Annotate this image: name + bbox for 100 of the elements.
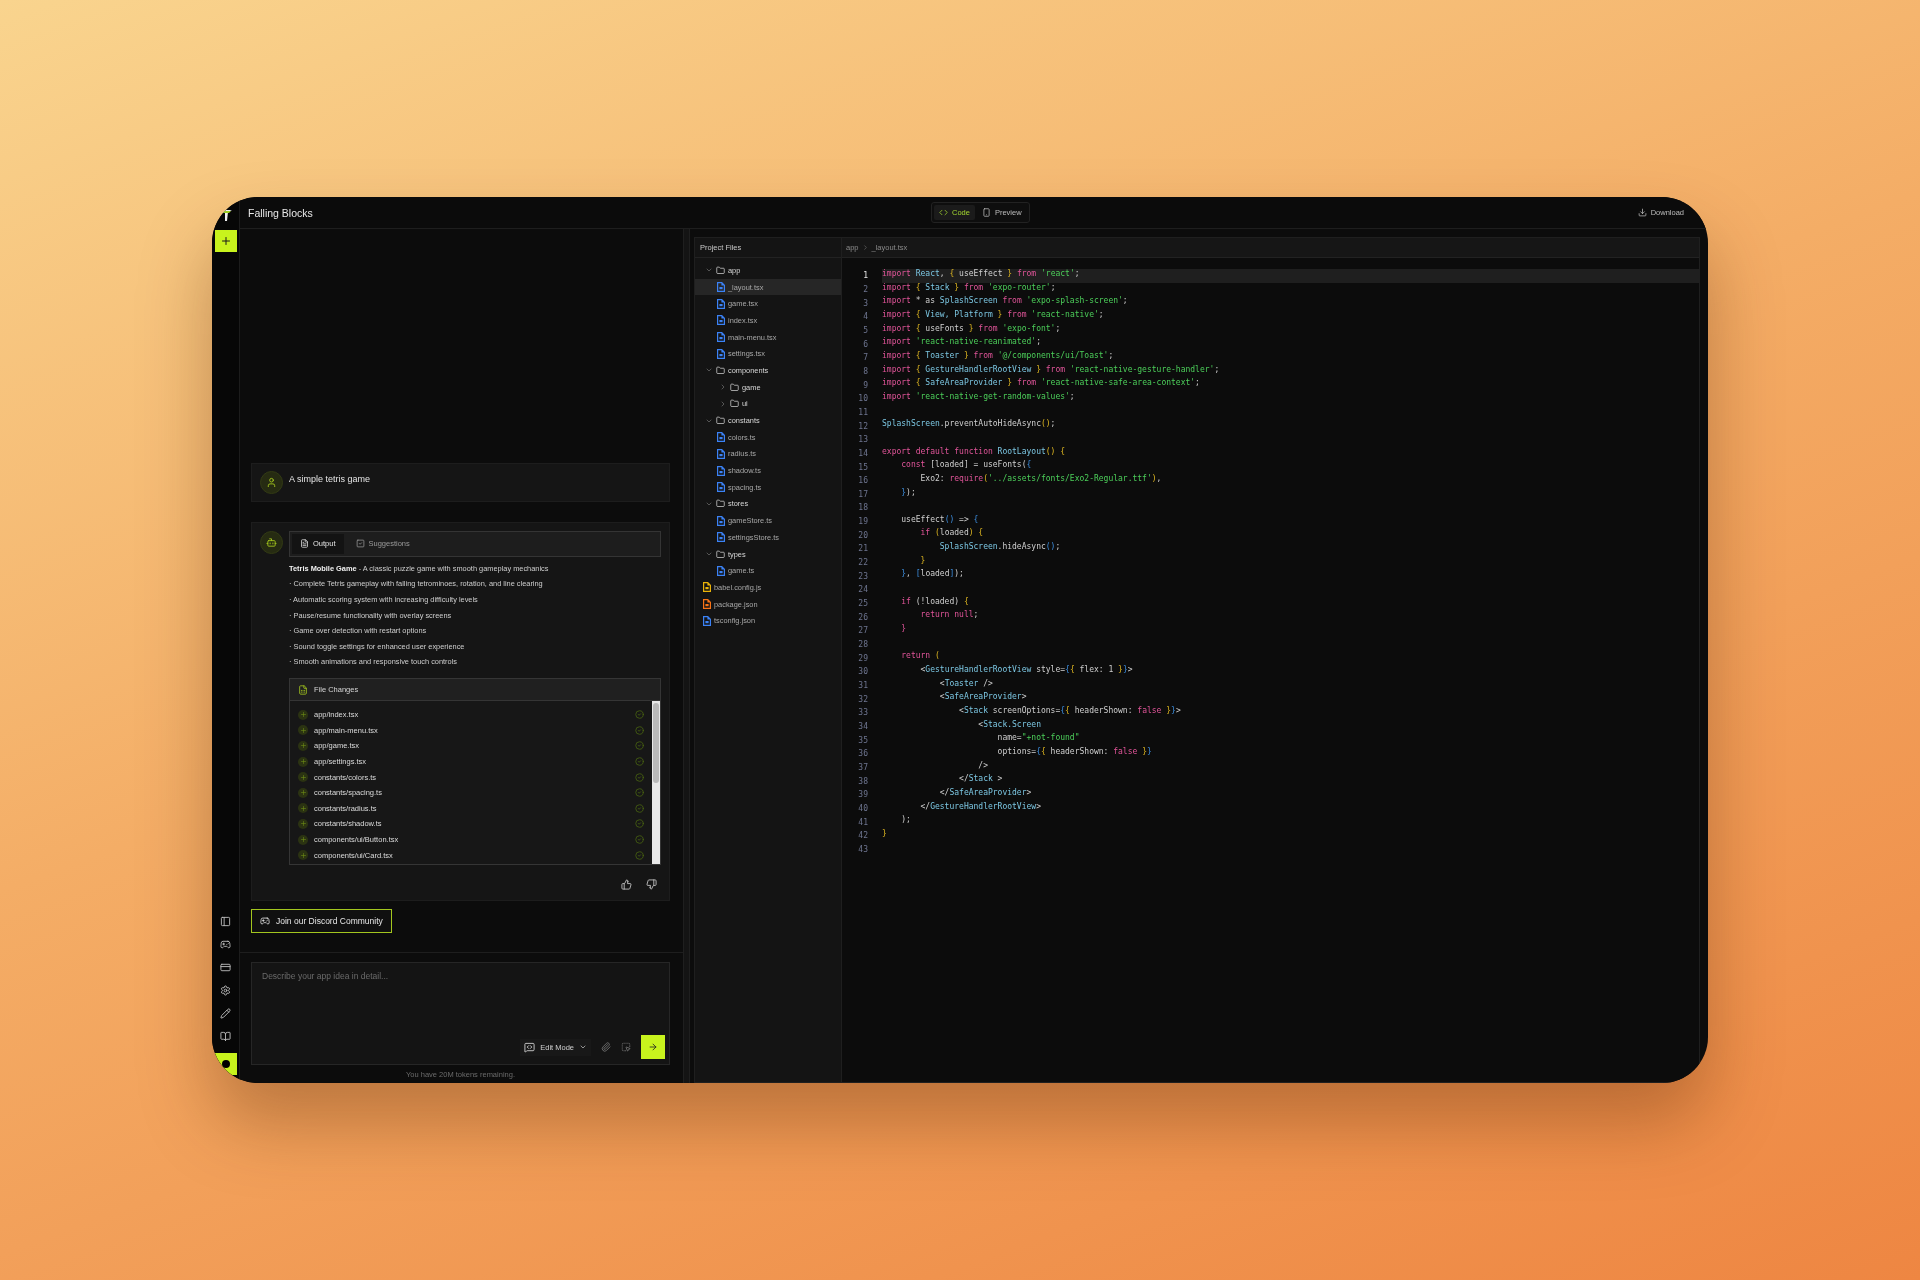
code-line: />: [977, 760, 989, 772]
line-number: 19: [857, 517, 868, 527]
line-number: 14: [857, 448, 868, 458]
code-line: </SafeAreaProvider>: [938, 787, 1033, 799]
new-project-button[interactable]: [214, 230, 237, 252]
check-icon: [635, 788, 644, 798]
code-line: useEffect() => {: [900, 514, 980, 526]
line-number: 41: [857, 817, 868, 827]
line-number: 12: [857, 421, 868, 431]
line-number: 21: [857, 544, 868, 554]
check-icon: [635, 819, 644, 829]
chevron-icon: [579, 1043, 587, 1051]
check-icon: [635, 725, 644, 735]
avatar-icon: [221, 1060, 230, 1068]
line-number: 35: [857, 735, 868, 745]
code-line: return (: [900, 651, 941, 663]
added-icon: [298, 834, 308, 845]
line-number: 10: [857, 394, 868, 404]
check-icon: [635, 803, 644, 813]
code-line: </Stack >: [958, 774, 1004, 786]
line-number: 24: [857, 585, 868, 595]
code-line: export default function RootLayout() {: [882, 446, 1067, 458]
select-icon[interactable]: [621, 1042, 631, 1052]
line-number: 26: [857, 612, 868, 622]
folder-icon: [730, 399, 739, 409]
folder-icon: [716, 549, 725, 559]
code-line: <Stack screenOptions={{ headerShown: false }}>: [958, 706, 1182, 717]
line-number: 23: [857, 571, 868, 581]
chat-icon: [524, 1041, 536, 1053]
line-number: 28: [857, 640, 868, 650]
code-line: import { SafeAreaProvider } from 'react-native-safe-area-context';: [882, 378, 1201, 390]
line-number: 8: [862, 366, 868, 376]
code-line: return null;: [919, 610, 980, 622]
code-line: }: [900, 624, 908, 636]
folder-icon: [716, 365, 725, 375]
code-line: import { useFonts } from 'expo-font';: [882, 323, 1062, 335]
line-number: 5: [862, 325, 868, 335]
check-icon: [635, 710, 644, 720]
line-number: 33: [857, 708, 868, 718]
line-number: 4: [862, 312, 868, 322]
line-number: 43: [857, 844, 868, 854]
code-line: <Toaster />: [938, 678, 994, 690]
code-line: import { Stack } from 'expo-router';: [882, 282, 1057, 294]
added-icon: [298, 803, 308, 814]
check-icon: [635, 757, 644, 767]
code-line: import { Toaster } from '@/components/ui/Toast';: [882, 350, 1115, 362]
arrow-icon: [648, 1042, 658, 1052]
line-number: 25: [857, 599, 868, 609]
code-line: <SafeAreaProvider>: [938, 692, 1028, 704]
discord-button[interactable]: Join our Discord Community: [251, 909, 392, 933]
code-line: <Stack.Screen: [977, 719, 1042, 731]
code-line: SplashScreen.preventAutoHideAsync();: [882, 419, 1057, 431]
scrollbar[interactable]: [652, 701, 660, 864]
check-icon: [635, 850, 644, 860]
user-avatar-icon: [260, 470, 283, 494]
thumbs-down-button[interactable]: [646, 879, 657, 890]
code-line: options={{ headerShown: false }}: [996, 746, 1153, 758]
added-icon: [298, 709, 308, 720]
line-number: 32: [857, 694, 868, 704]
download-icon: [1637, 208, 1647, 217]
separator-icon: [861, 244, 869, 251]
user-message: A simple tetris game: [289, 472, 371, 486]
line-number: 9: [862, 380, 868, 390]
gamepad-icon: [260, 916, 270, 926]
line-number: 34: [857, 722, 868, 731]
line-number: 37: [857, 762, 868, 772]
line-number: 40: [857, 803, 868, 813]
line-number: 16: [857, 476, 868, 486]
line-number: 39: [857, 790, 868, 800]
line-number: 20: [857, 530, 868, 540]
attach-icon[interactable]: [601, 1042, 611, 1052]
code-line: import 'react-native-get-random-values';: [882, 391, 1076, 403]
line-number: 36: [857, 749, 868, 759]
code-icon: [939, 208, 948, 217]
code-line: if (!loaded) {: [900, 596, 970, 608]
added-icon: [298, 725, 308, 736]
phone-icon: [981, 208, 991, 217]
code-line: import * as SplashScreen from 'expo-splash-screen';: [882, 296, 1129, 308]
added-icon: [298, 787, 308, 798]
line-number: 18: [857, 503, 868, 513]
line-number: 17: [857, 489, 868, 499]
line-number: 29: [857, 653, 868, 663]
line-number: 38: [857, 776, 868, 786]
line-number: 1: [862, 271, 868, 281]
line-number: 22: [857, 558, 868, 568]
code-line: });: [900, 487, 917, 499]
code-line: import { View, Platform } from 'react-native';: [882, 309, 1105, 321]
check-icon: [635, 835, 644, 845]
code-line: Exo2: require('../assets/fonts/Exo2-Regular.ttf'),: [919, 473, 1163, 485]
added-icon: [298, 850, 308, 861]
line-number: 30: [857, 667, 868, 677]
folder-icon: [716, 265, 725, 275]
line-number: 27: [857, 626, 868, 636]
check-icon: [635, 772, 644, 782]
code-line: <GestureHandlerRootView style={{ flex: 1 }}>: [919, 665, 1134, 677]
code-line: }: [919, 555, 927, 567]
thumbs-up-button[interactable]: [621, 879, 632, 890]
line-number: 7: [862, 353, 868, 363]
folder-icon: [716, 499, 725, 509]
code-line: name="+not-found": [996, 733, 1081, 745]
